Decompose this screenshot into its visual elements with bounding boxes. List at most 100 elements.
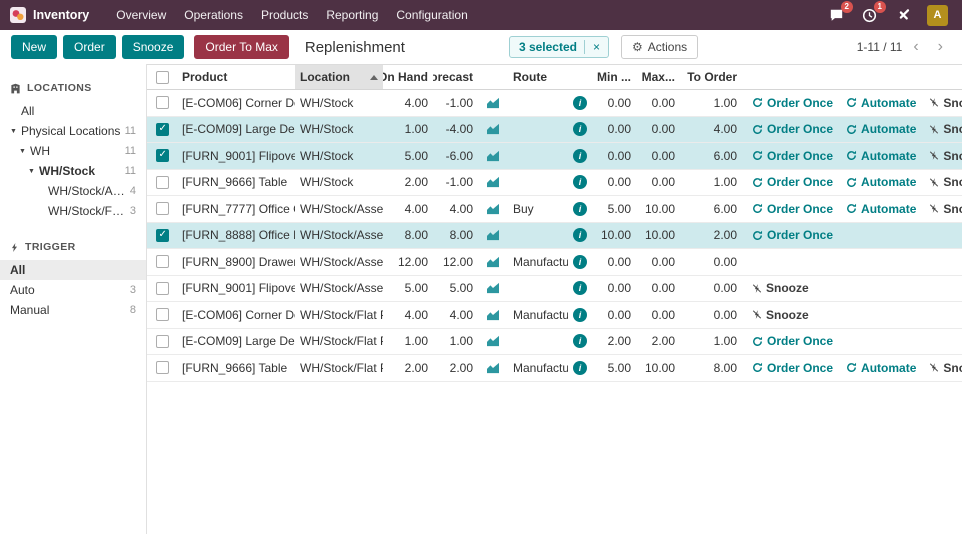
product-cell[interactable]: [FURN_9666] Table (177, 361, 295, 375)
order-to-max-button[interactable]: Order To Max (194, 35, 288, 59)
column-header-forecast[interactable]: Forecast (433, 65, 478, 89)
info-icon[interactable]: i (573, 281, 587, 295)
snooze-row-button[interactable]: Snooze (929, 122, 962, 136)
product-cell[interactable]: [FURN_7777] Office Chair (177, 202, 295, 216)
sidebar-item[interactable]: WH/Stock/Flat P...3 (0, 201, 146, 221)
product-cell[interactable]: [E-COM06] Corner Desk ... (177, 96, 295, 110)
row-checkbox[interactable] (156, 335, 169, 348)
row-checkbox[interactable] (156, 176, 169, 189)
area-chart-icon[interactable] (486, 97, 500, 109)
snooze-row-button[interactable]: Snooze (929, 149, 962, 163)
product-cell[interactable]: [E-COM09] Large Desk (177, 334, 295, 348)
snooze-row-button[interactable]: Snooze (752, 308, 809, 322)
actions-button[interactable]: ⚙ Actions (621, 35, 698, 59)
info-icon[interactable]: i (573, 361, 587, 375)
area-chart-icon[interactable] (486, 203, 500, 215)
order-once-row-button[interactable]: Order Once (752, 149, 833, 163)
menu-operations[interactable]: Operations (175, 0, 252, 30)
info-icon[interactable]: i (573, 228, 587, 242)
new-button[interactable]: New (11, 35, 57, 59)
order-once-row-button[interactable]: Order Once (752, 122, 833, 136)
info-icon[interactable]: i (573, 149, 587, 163)
product-cell[interactable]: [FURN_9001] Flipover (177, 149, 295, 163)
to-order-cell[interactable]: 1.00 (680, 175, 742, 189)
app-name[interactable]: Inventory (33, 8, 89, 22)
row-checkbox[interactable] (156, 202, 169, 215)
area-chart-icon[interactable] (486, 150, 500, 162)
sidebar-item[interactable]: ▼WH/Stock11 (0, 161, 146, 181)
column-header-min[interactable]: Min ... (592, 65, 636, 89)
snooze-row-button[interactable]: Snooze (929, 202, 962, 216)
area-chart-icon[interactable] (486, 229, 500, 241)
row-checkbox[interactable] (156, 361, 169, 374)
automate-row-button[interactable]: Automate (846, 361, 916, 375)
row-checkbox[interactable] (156, 96, 169, 109)
product-cell[interactable]: [FURN_9666] Table (177, 175, 295, 189)
info-icon[interactable]: i (573, 175, 587, 189)
info-icon[interactable]: i (573, 122, 587, 136)
table-row[interactable]: [FURN_9001] Flipover WH/Stock/Asse... 5.… (147, 276, 962, 303)
info-icon[interactable]: i (573, 96, 587, 110)
to-order-cell[interactable]: 8.00 (680, 361, 742, 375)
order-once-row-button[interactable]: Order Once (752, 96, 833, 110)
row-checkbox[interactable] (156, 123, 169, 136)
order-once-row-button[interactable]: Order Once (752, 334, 833, 348)
table-row[interactable]: [FURN_9001] Flipover WH/Stock 5.00 -6.00… (147, 143, 962, 170)
product-cell[interactable]: [E-COM06] Corner Desk ... (177, 308, 295, 322)
info-icon[interactable]: i (573, 202, 587, 216)
snooze-row-button[interactable]: Snooze (752, 281, 809, 295)
table-row[interactable]: [E-COM09] Large Desk WH/Stock 1.00 -4.00… (147, 117, 962, 144)
menu-reporting[interactable]: Reporting (317, 0, 387, 30)
area-chart-icon[interactable] (486, 256, 500, 268)
select-all-checkbox[interactable] (156, 71, 169, 84)
sidebar-item[interactable]: WH/Stock/Asse...4 (0, 181, 146, 201)
caret-down-icon[interactable]: ▼ (10, 128, 21, 135)
area-chart-icon[interactable] (486, 123, 500, 135)
automate-row-button[interactable]: Automate (846, 149, 916, 163)
product-cell[interactable]: [FURN_8900] Drawer Black (177, 255, 295, 269)
info-icon[interactable]: i (573, 334, 587, 348)
order-once-row-button[interactable]: Order Once (752, 175, 833, 189)
to-order-cell[interactable]: 1.00 (680, 96, 742, 110)
table-row[interactable]: [FURN_7777] Office Chair WH/Stock/Asse..… (147, 196, 962, 223)
product-cell[interactable]: [E-COM09] Large Desk (177, 122, 295, 136)
snooze-row-button[interactable]: Snooze (929, 361, 962, 375)
pager-next-button[interactable]: › (930, 39, 951, 55)
order-once-row-button[interactable]: Order Once (752, 202, 833, 216)
sidebar-item[interactable]: Auto3 (0, 280, 146, 300)
to-order-cell[interactable]: 1.00 (680, 334, 742, 348)
messages-button[interactable]: 2 (828, 7, 845, 24)
to-order-cell[interactable]: 6.00 (680, 149, 742, 163)
table-row[interactable]: [E-COM09] Large Desk WH/Stock/Flat P... … (147, 329, 962, 356)
pager-previous-button[interactable]: ‹ (905, 39, 926, 55)
user-avatar[interactable]: A (927, 5, 948, 26)
caret-down-icon[interactable]: ▼ (28, 168, 39, 175)
order-once-row-button[interactable]: Order Once (752, 361, 833, 375)
area-chart-icon[interactable] (486, 309, 500, 321)
snooze-button[interactable]: Snooze (122, 35, 185, 59)
column-header-to-order[interactable]: To Order (680, 65, 742, 89)
automate-row-button[interactable]: Automate (846, 96, 916, 110)
to-order-cell[interactable]: 2.00 (680, 228, 742, 242)
app-logo-icon[interactable] (10, 7, 26, 23)
activities-button[interactable]: 1 (861, 7, 878, 24)
order-button[interactable]: Order (63, 35, 116, 59)
column-header-max[interactable]: Max... (636, 65, 680, 89)
table-row[interactable]: [E-COM06] Corner Desk ... WH/Stock 4.00 … (147, 90, 962, 117)
table-row[interactable]: [FURN_9666] Table WH/Stock 2.00 -1.00 i … (147, 170, 962, 197)
row-checkbox[interactable] (156, 149, 169, 162)
sidebar-item[interactable]: All (0, 260, 146, 280)
product-cell[interactable]: [FURN_9001] Flipover (177, 281, 295, 295)
automate-row-button[interactable]: Automate (846, 175, 916, 189)
info-icon[interactable]: i (573, 308, 587, 322)
area-chart-icon[interactable] (486, 335, 500, 347)
sidebar-item[interactable]: ▼Physical Locations11 (0, 121, 146, 141)
column-header-on-hand[interactable]: On Hand (383, 65, 433, 89)
menu-products[interactable]: Products (252, 0, 317, 30)
info-icon[interactable]: i (573, 255, 587, 269)
automate-row-button[interactable]: Automate (846, 202, 916, 216)
automate-row-button[interactable]: Automate (846, 122, 916, 136)
to-order-cell[interactable]: 0.00 (680, 255, 742, 269)
table-row[interactable]: [FURN_9666] Table WH/Stock/Flat P... 2.0… (147, 355, 962, 382)
to-order-cell[interactable]: 0.00 (680, 281, 742, 295)
